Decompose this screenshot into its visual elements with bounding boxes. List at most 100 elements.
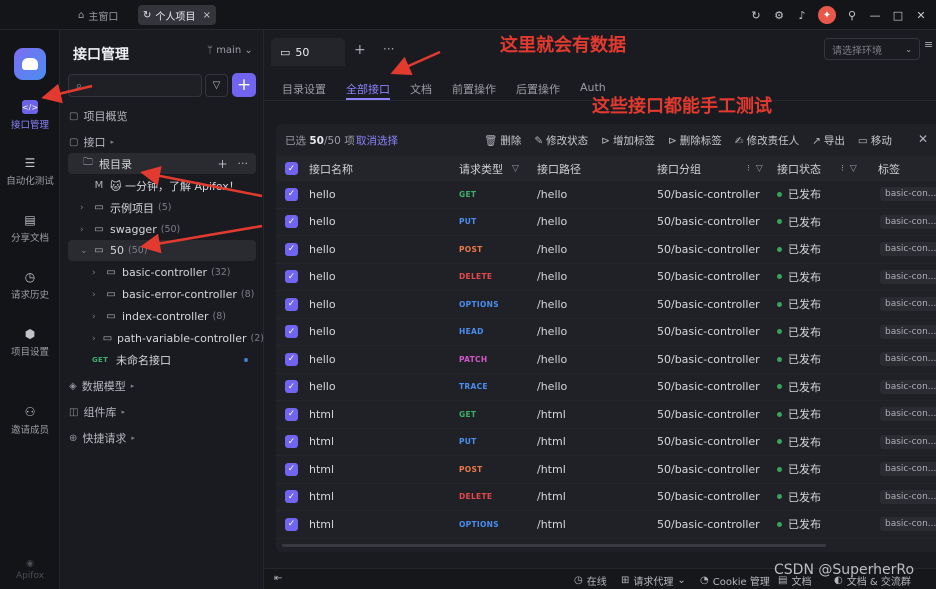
col-header-path[interactable]: 接口路径 xyxy=(537,156,581,181)
api-name[interactable]: hello xyxy=(309,209,336,236)
table-row[interactable]: ✓ html DELETE/html 50/basic-controller 已发布 ba… xyxy=(276,484,936,511)
apifox-logo[interactable] xyxy=(14,48,46,80)
api-status[interactable]: 已发布 xyxy=(777,236,821,263)
api-status[interactable]: 已发布 xyxy=(777,511,821,538)
data-models-section[interactable]: ◈ 数据模型 ▸ xyxy=(69,376,134,396)
new-tab-icon[interactable]: + xyxy=(354,42,366,58)
api-name[interactable]: hello xyxy=(309,181,336,208)
tab-post-actions[interactable]: 后置操作 xyxy=(516,76,560,100)
row-checkbox[interactable]: ✓ xyxy=(285,374,298,401)
change-owner-button[interactable]: ✍ 修改责任人 xyxy=(735,133,799,148)
tree-item-path-variable-controller[interactable]: › ▭ path-variable-controller (2) xyxy=(60,328,264,349)
table-row[interactable]: ✓ hello PUT/hello 50/basic-controller 已发布 bas… xyxy=(276,209,936,236)
api-status[interactable]: 已发布 xyxy=(777,319,821,346)
maximize-icon[interactable]: □ xyxy=(891,8,905,22)
rail-item-settings[interactable]: ⬢ 项目设置 xyxy=(0,327,60,358)
col-header-name[interactable]: 接口名称 xyxy=(309,156,353,181)
filter-button[interactable]: ▽ xyxy=(205,74,228,97)
api-section[interactable]: ▢ 接口 ▸ xyxy=(69,132,114,152)
tree-item-sample[interactable]: › ▭ 示例项目 (5) xyxy=(60,197,264,218)
api-name[interactable]: hello xyxy=(309,346,336,373)
select-all-checkbox[interactable]: ✓ xyxy=(285,156,298,181)
table-row[interactable]: ✓ hello PATCH/hello 50/basic-controller 已发布 b… xyxy=(276,346,936,374)
filter-icon[interactable]: ▽ xyxy=(756,164,763,174)
online-status[interactable]: ◷ 在线 xyxy=(574,573,607,588)
tab-personal-project[interactable]: ↻ 个人项目 × xyxy=(138,5,216,25)
avatar[interactable]: ✦ xyxy=(818,6,836,24)
bell-icon[interactable]: ♪ xyxy=(795,8,809,22)
add-tag-button[interactable]: ⊳ 增加标签 xyxy=(601,133,655,148)
quick-requests-section[interactable]: ⊕ 快捷请求 ▸ xyxy=(69,428,135,448)
api-status[interactable]: 已发布 xyxy=(777,264,821,291)
sort-icon[interactable]: ⁝ xyxy=(747,164,750,174)
row-checkbox[interactable]: ✓ xyxy=(285,429,298,456)
rail-item-invite[interactable]: ⚇ 邀请成员 xyxy=(0,405,60,436)
api-status[interactable]: 已发布 xyxy=(777,181,821,208)
tree-item-index-controller[interactable]: › ▭ index-controller (8) xyxy=(60,306,264,327)
col-header-tags[interactable]: 标签 xyxy=(878,156,900,181)
filter-icon[interactable]: ▽ xyxy=(512,164,519,174)
more-icon[interactable]: ··· xyxy=(238,157,249,170)
filter-icon[interactable]: ▽ xyxy=(850,164,857,174)
branch-selector[interactable]: ᛘ main ⌄ xyxy=(207,45,253,56)
rail-item-api-management[interactable]: </> 接口管理 xyxy=(0,100,60,131)
move-button[interactable]: ▭ 移动 xyxy=(858,133,892,148)
api-status[interactable]: 已发布 xyxy=(777,374,821,401)
row-checkbox[interactable]: ✓ xyxy=(285,456,298,483)
api-status[interactable]: 已发布 xyxy=(777,346,821,373)
horizontal-scrollbar[interactable] xyxy=(282,544,826,547)
api-status[interactable]: 已发布 xyxy=(777,291,821,318)
row-checkbox[interactable]: ✓ xyxy=(285,209,298,236)
project-overview[interactable]: ▢ 项目概览 xyxy=(69,106,127,126)
rail-item-share-doc[interactable]: ▤ 分享文档 xyxy=(0,213,60,244)
row-checkbox[interactable]: ✓ xyxy=(285,401,298,428)
tree-item-basic-controller[interactable]: › ▭ basic-controller (32) xyxy=(60,262,264,283)
row-checkbox[interactable]: ✓ xyxy=(285,346,298,373)
table-row[interactable]: ✓ hello HEAD/hello 50/basic-controller 已发布 ba… xyxy=(276,319,936,346)
gear-icon[interactable]: ⚙ xyxy=(772,8,786,22)
api-name[interactable]: hello xyxy=(309,264,336,291)
tab-pre-actions[interactable]: 前置操作 xyxy=(452,76,496,100)
minimize-icon[interactable]: — xyxy=(868,8,882,22)
col-header-group[interactable]: 接口分组 ⁝ ▽ xyxy=(657,156,763,181)
row-checkbox[interactable]: ✓ xyxy=(285,181,298,208)
rail-item-automation[interactable]: ☰ 自动化测试 xyxy=(0,156,60,187)
api-name[interactable]: hello xyxy=(309,319,336,346)
components-section[interactable]: ◫ 组件库 ▸ xyxy=(69,402,125,422)
api-name[interactable]: hello xyxy=(309,291,336,318)
table-row[interactable]: ✓ hello POST/hello 50/basic-controller 已发布 ba… xyxy=(276,236,936,264)
row-checkbox[interactable]: ✓ xyxy=(285,319,298,346)
remove-tag-button[interactable]: ⊳ 删除标签 xyxy=(668,133,722,148)
tree-item-swagger[interactable]: › ▭ swagger (50) xyxy=(60,219,264,240)
cookie-manager[interactable]: ◔ Cookie 管理 xyxy=(700,573,770,588)
request-proxy[interactable]: ⊞ 请求代理 ⌄ xyxy=(621,573,686,588)
more-icon[interactable]: ··· xyxy=(383,42,394,56)
row-checkbox[interactable]: ✓ xyxy=(285,511,298,538)
tree-item-50[interactable]: ⌄ ▭ 50 (50) xyxy=(68,240,256,261)
api-name[interactable]: hello xyxy=(309,236,336,263)
change-status-button[interactable]: ✎ 修改状态 xyxy=(534,133,588,148)
row-checkbox[interactable]: ✓ xyxy=(285,484,298,511)
table-row[interactable]: ✓ html OPTIONS/html 50/basic-controller 已发布 b… xyxy=(276,511,936,539)
tree-item-intro[interactable]: M 🐱 一分钟，了解 Apifox！ xyxy=(60,175,264,196)
tab-folder-50[interactable]: ▭ 50 xyxy=(271,38,345,66)
pin-icon[interactable]: ⚲ xyxy=(845,8,859,22)
tree-item-unnamed-api[interactable]: GET 未命名接口 xyxy=(60,349,264,370)
table-row[interactable]: ✓ hello TRACE/hello 50/basic-controller 已发布 b… xyxy=(276,374,936,401)
delete-button[interactable]: 🗑 删除 xyxy=(484,133,521,148)
row-checkbox[interactable]: ✓ xyxy=(285,291,298,318)
cancel-selection-link[interactable]: 取消选择 xyxy=(356,133,398,148)
api-name[interactable]: hello xyxy=(309,374,336,401)
table-row[interactable]: ✓ html POST/html 50/basic-controller 已发布 basi… xyxy=(276,456,936,484)
rail-item-history[interactable]: ◷ 请求历史 xyxy=(0,270,60,301)
sync-icon[interactable]: ↻ xyxy=(749,8,763,22)
row-checkbox[interactable]: ✓ xyxy=(285,264,298,291)
tab-directory-settings[interactable]: 目录设置 xyxy=(282,76,326,100)
api-name[interactable]: html xyxy=(309,401,334,428)
row-checkbox[interactable]: ✓ xyxy=(285,236,298,263)
api-name[interactable]: html xyxy=(309,429,334,456)
close-tab-icon[interactable]: × xyxy=(203,10,211,21)
sort-icon[interactable]: ⁝ xyxy=(841,164,844,174)
col-header-method[interactable]: 请求类型 ▽ xyxy=(459,156,519,181)
env-menu-icon[interactable]: ≡ xyxy=(924,38,936,60)
